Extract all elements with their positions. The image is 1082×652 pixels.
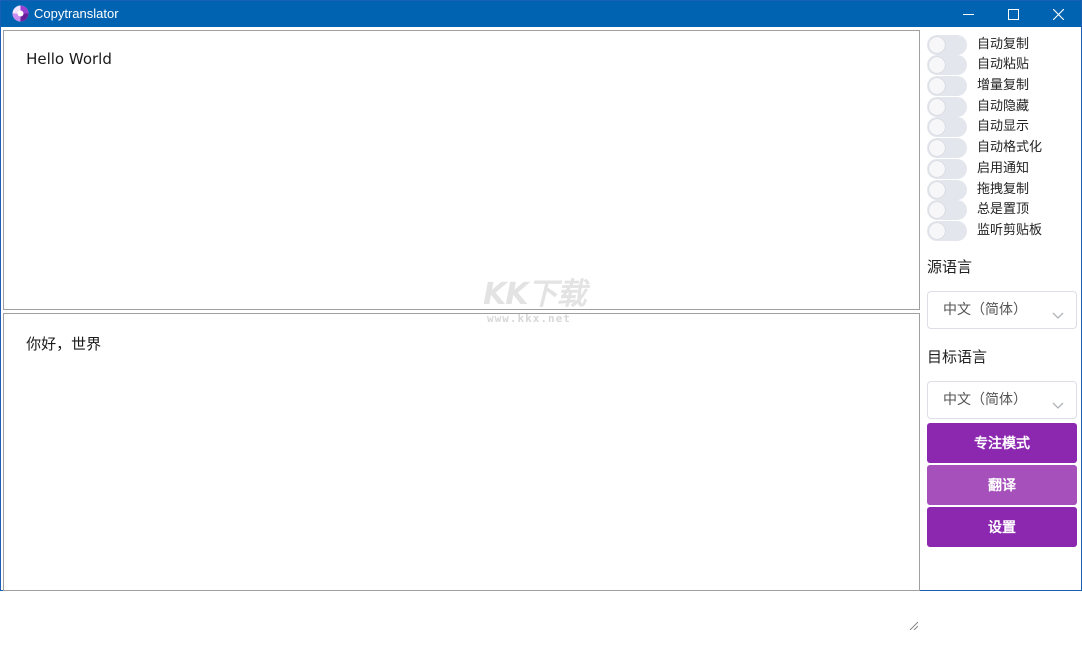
option-label: 自动格式化 bbox=[977, 140, 1043, 155]
toggle-switch[interactable] bbox=[927, 159, 967, 179]
source-text: Hello World bbox=[26, 50, 112, 68]
option-auto-paste[interactable]: 自动粘贴 bbox=[927, 54, 1077, 75]
option-incremental-copy[interactable]: 增量复制 bbox=[927, 75, 1077, 96]
options-sidebar: 自动复制 自动粘贴 增量复制 自动隐藏 自动显示 自动格式化 启用通知 拖拽复制… bbox=[923, 29, 1081, 591]
option-enable-notify[interactable]: 启用通知 bbox=[927, 158, 1077, 179]
target-language-value: 中文（简体） bbox=[943, 392, 1027, 408]
toggle-switch[interactable] bbox=[927, 200, 967, 220]
option-auto-copy[interactable]: 自动复制 bbox=[927, 34, 1077, 55]
option-label: 自动显示 bbox=[977, 119, 1030, 134]
source-text-area[interactable]: Hello World bbox=[3, 30, 920, 350]
app-window: Copytranslator Hello World 你好，世界 KK下载 ww… bbox=[0, 0, 1082, 631]
option-label: 自动隐藏 bbox=[977, 99, 1030, 114]
option-label: 监听剪贴板 bbox=[977, 223, 1043, 238]
chevron-down-icon bbox=[1052, 395, 1064, 414]
target-language-label: 目标语言 bbox=[927, 348, 988, 366]
option-label: 自动粘贴 bbox=[977, 57, 1030, 72]
minimize-icon bbox=[962, 9, 974, 20]
close-button[interactable] bbox=[1035, 1, 1081, 27]
window-title: Copytranslator bbox=[34, 6, 119, 21]
toggle-switch[interactable] bbox=[927, 35, 967, 55]
toggle-switch[interactable] bbox=[927, 138, 967, 158]
focus-mode-button[interactable]: 专注模式 bbox=[927, 423, 1077, 463]
option-label: 自动复制 bbox=[977, 37, 1030, 52]
option-label: 增量复制 bbox=[977, 78, 1030, 93]
maximize-icon bbox=[1007, 8, 1019, 20]
translate-button[interactable]: 翻译 bbox=[927, 465, 1077, 505]
settings-button[interactable]: 设置 bbox=[927, 507, 1077, 547]
toggle-switch[interactable] bbox=[927, 76, 967, 96]
target-text-area[interactable]: 你好，世界 bbox=[3, 313, 920, 631]
source-language-value: 中文（简体） bbox=[943, 302, 1027, 318]
source-language-select[interactable]: 中文（简体） bbox=[927, 291, 1077, 329]
resize-grip-icon[interactable] bbox=[909, 299, 919, 350]
toggle-switch[interactable] bbox=[927, 55, 967, 75]
close-icon bbox=[1052, 8, 1064, 20]
maximize-button[interactable] bbox=[990, 1, 1036, 27]
option-auto-show[interactable]: 自动显示 bbox=[927, 116, 1077, 137]
option-drag-copy[interactable]: 拖拽复制 bbox=[927, 179, 1077, 200]
option-auto-format[interactable]: 自动格式化 bbox=[927, 137, 1077, 158]
option-label: 总是置顶 bbox=[977, 202, 1030, 217]
toggle-switch[interactable] bbox=[927, 221, 967, 241]
option-always-on-top[interactable]: 总是置顶 bbox=[927, 199, 1077, 220]
target-language-select[interactable]: 中文（简体） bbox=[927, 381, 1077, 419]
option-label: 启用通知 bbox=[977, 161, 1030, 176]
copytranslator-logo-icon bbox=[12, 5, 29, 22]
toggle-switch[interactable] bbox=[927, 180, 967, 200]
target-text: 你好，世界 bbox=[26, 335, 102, 353]
title-bar[interactable]: Copytranslator bbox=[1, 1, 1081, 27]
option-listen-clipboard[interactable]: 监听剪贴板 bbox=[927, 220, 1077, 241]
source-language-label: 源语言 bbox=[927, 258, 973, 276]
option-auto-hide[interactable]: 自动隐藏 bbox=[927, 96, 1077, 117]
toggle-switch[interactable] bbox=[927, 97, 967, 117]
minimize-button[interactable] bbox=[945, 1, 991, 27]
chevron-down-icon bbox=[1052, 305, 1064, 324]
option-label: 拖拽复制 bbox=[977, 182, 1030, 197]
toggle-switch[interactable] bbox=[927, 117, 967, 137]
resize-grip-icon[interactable] bbox=[909, 580, 919, 631]
